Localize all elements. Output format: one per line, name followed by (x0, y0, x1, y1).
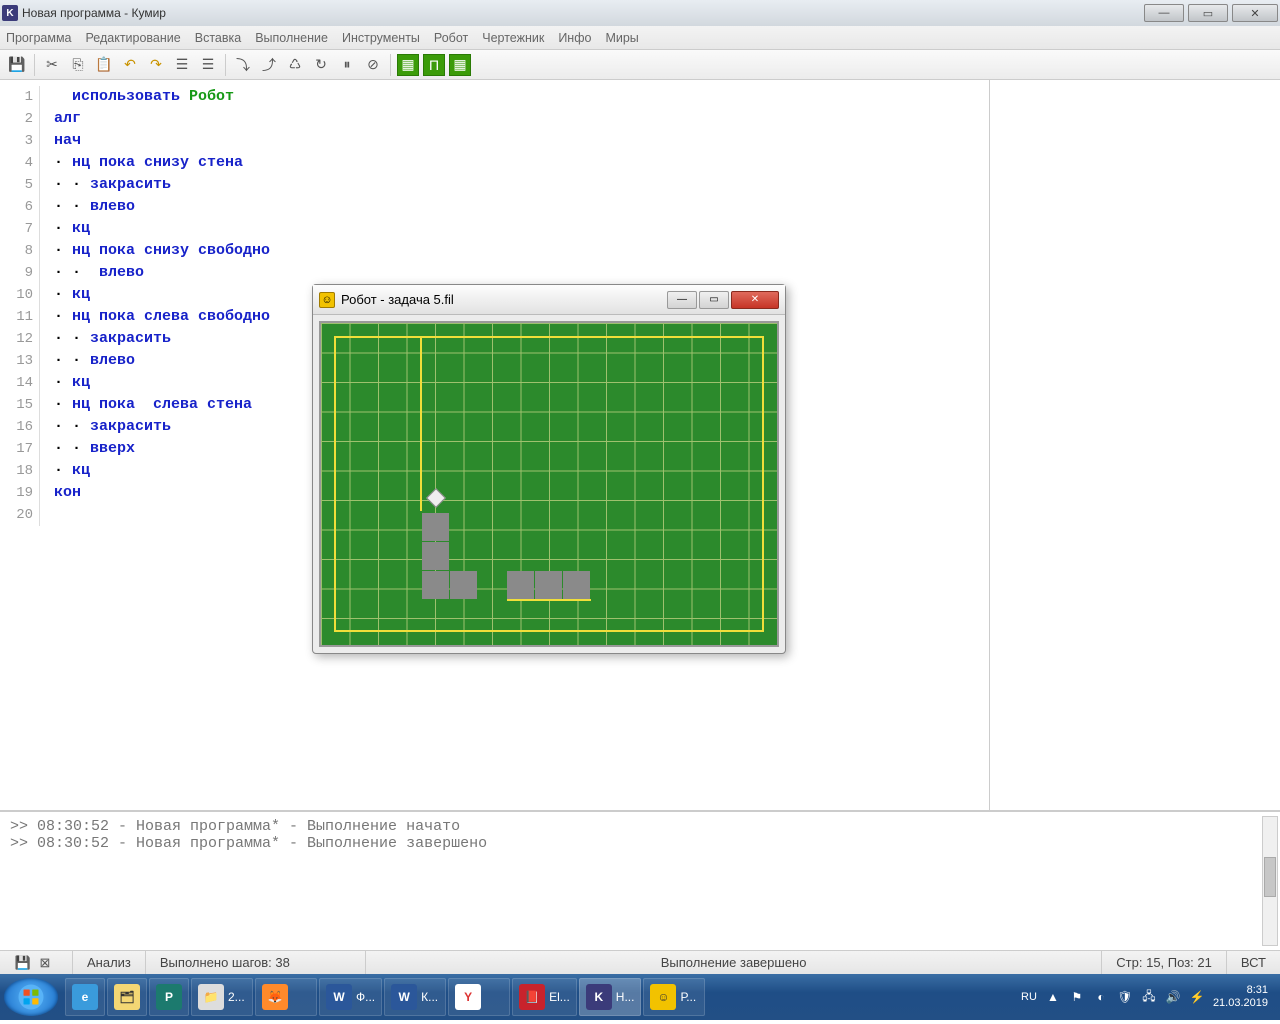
tray-time: 8:31 (1213, 984, 1268, 997)
menu-run[interactable]: Выполнение (255, 31, 328, 45)
window-title: Новая программа - Кумир (22, 6, 166, 20)
taskbar-task[interactable]: ☺Р... (643, 978, 705, 1016)
taskbar-pin-ie[interactable]: e (65, 978, 105, 1016)
status-insert-mode: ВСТ (1227, 951, 1280, 974)
system-tray[interactable]: RU ▲ ⚑ ◐ 🛡 🖧 🔊 ⚡ 8:31 21.03.2019 (1013, 984, 1276, 1010)
indent-icon[interactable]: ☰ (171, 54, 193, 76)
taskbar-task[interactable]: 📕El... (512, 978, 577, 1016)
status-analysis: Анализ (73, 951, 146, 974)
robot-filled-cell (450, 571, 477, 599)
robot-window-titlebar[interactable]: ☺ Робот - задача 5.fil — ▭ ✕ (313, 285, 785, 315)
menu-tools[interactable]: Инструменты (342, 31, 420, 45)
grid-outline-icon[interactable]: П (423, 54, 445, 76)
redo-icon[interactable]: ↷ (145, 54, 167, 76)
tray-nvidia-icon[interactable]: ◐ (1093, 989, 1109, 1005)
tray-action-center-icon[interactable]: ⚑ (1069, 989, 1085, 1005)
tray-power-icon[interactable]: ⚡ (1189, 989, 1205, 1005)
line-gutter: 1234567891011121314151617181920 (0, 80, 46, 810)
maximize-button[interactable]: ▭ (1188, 4, 1228, 22)
start-button[interactable] (4, 978, 58, 1016)
stop-icon[interactable]: ⊘ (362, 54, 384, 76)
tray-language[interactable]: RU (1021, 991, 1037, 1003)
tray-clock[interactable]: 8:31 21.03.2019 (1213, 984, 1268, 1010)
menu-drawer[interactable]: Чертежник (482, 31, 544, 45)
grid-small-icon[interactable]: ▦ (397, 54, 419, 76)
robot-filled-cell (535, 571, 562, 599)
tray-network-icon[interactable]: 🖧 (1141, 989, 1157, 1005)
robot-filled-cell (422, 571, 449, 599)
save-icon[interactable]: 💾 (6, 54, 28, 76)
cut-icon[interactable]: ✂ (41, 54, 63, 76)
robot-maximize-button[interactable]: ▭ (699, 291, 729, 309)
status-cursor-pos: Стр: 15, Поз: 21 (1102, 951, 1227, 974)
taskbar-pin-publisher[interactable]: P (149, 978, 189, 1016)
robot-field[interactable] (319, 321, 779, 647)
paste-icon[interactable]: 📋 (93, 54, 115, 76)
minimize-button[interactable]: — (1144, 4, 1184, 22)
copy-icon[interactable]: ⎘ (67, 54, 89, 76)
taskbar-task[interactable]: 🦊 (255, 978, 317, 1016)
close-button[interactable]: ✕ (1232, 4, 1278, 22)
cancel-small-icon[interactable]: ⊠ (36, 954, 54, 972)
menu-insert[interactable]: Вставка (195, 31, 241, 45)
tray-date: 21.03.2019 (1213, 997, 1268, 1010)
robot-minimize-button[interactable]: — (667, 291, 697, 309)
taskbar-task[interactable]: WК... (384, 978, 446, 1016)
robot-filled-cell (422, 542, 449, 570)
robot-close-button[interactable]: ✕ (731, 291, 779, 309)
menu-robot[interactable]: Робот (434, 31, 468, 45)
grid-fill-icon[interactable]: ▦ (449, 54, 471, 76)
robot-wall-vertical (420, 336, 422, 511)
save-small-icon[interactable]: 💾 (14, 954, 32, 972)
status-steps: Выполнено шагов: 38 (146, 951, 366, 974)
outdent-icon[interactable]: ☰ (197, 54, 219, 76)
console-line: >> 08:30:52 - Новая программа* - Выполне… (10, 818, 1270, 835)
taskbar-pin-explorer[interactable]: 🗂 (107, 978, 147, 1016)
output-console: >> 08:30:52 - Новая программа* - Выполне… (0, 810, 1280, 950)
tray-volume-icon[interactable]: 🔊 (1165, 989, 1181, 1005)
step-over-icon[interactable]: ⤴ (258, 54, 280, 76)
robot-wall-horizontal (507, 599, 591, 601)
tray-security-icon[interactable]: 🛡 (1117, 989, 1133, 1005)
code-editor[interactable]: использовать Роботалгнач· нц пока снизу … (46, 80, 278, 810)
step-into-icon[interactable]: ⤵ (232, 54, 254, 76)
robot-window[interactable]: ☺ Робот - задача 5.fil — ▭ ✕ (312, 284, 786, 654)
side-pane (990, 80, 1280, 810)
taskbar-task[interactable]: WФ... (319, 978, 382, 1016)
robot-window-title: Робот - задача 5.fil (341, 292, 454, 307)
taskbar-task[interactable]: Y (448, 978, 510, 1016)
tray-flag-icon[interactable]: ▲ (1045, 989, 1061, 1005)
taskbar-task[interactable]: 📁2... (191, 978, 253, 1016)
pause-icon[interactable]: ⏸ (336, 54, 358, 76)
menu-edit[interactable]: Редактирование (86, 31, 181, 45)
menu-program[interactable]: Программа (6, 31, 72, 45)
robot-filled-cell (563, 571, 590, 599)
toolbar: 💾 ✂ ⎘ 📋 ↶ ↷ ☰ ☰ ⤵ ⤴ ♺ ↻ ⏸ ⊘ ▦ П ▦ (0, 50, 1280, 80)
taskbar-task[interactable]: KН... (579, 978, 642, 1016)
robot-app-icon: ☺ (319, 292, 335, 308)
robot-filled-cell (422, 513, 449, 541)
window-titlebar: K Новая программа - Кумир — ▭ ✕ (0, 0, 1280, 26)
undo-icon[interactable]: ↶ (119, 54, 141, 76)
status-bar: 💾⊠ Анализ Выполнено шагов: 38 Выполнение… (0, 950, 1280, 974)
taskbar: e 🗂 P 📁2...🦊WФ...WК...Y📕El...KН...☺Р... … (0, 974, 1280, 1020)
robot-filled-cell (507, 571, 534, 599)
status-run: Выполнение завершено (366, 951, 1102, 974)
app-icon: K (2, 5, 18, 21)
menu-worlds[interactable]: Миры (605, 31, 638, 45)
menu-bar: Программа Редактирование Вставка Выполне… (0, 26, 1280, 50)
console-scrollbar[interactable] (1262, 816, 1278, 946)
run-icon[interactable]: ♺ (284, 54, 306, 76)
menu-info[interactable]: Инфо (558, 31, 591, 45)
scrollbar-thumb[interactable] (1264, 857, 1276, 897)
console-line: >> 08:30:52 - Новая программа* - Выполне… (10, 835, 1270, 852)
step-icon[interactable]: ↻ (310, 54, 332, 76)
